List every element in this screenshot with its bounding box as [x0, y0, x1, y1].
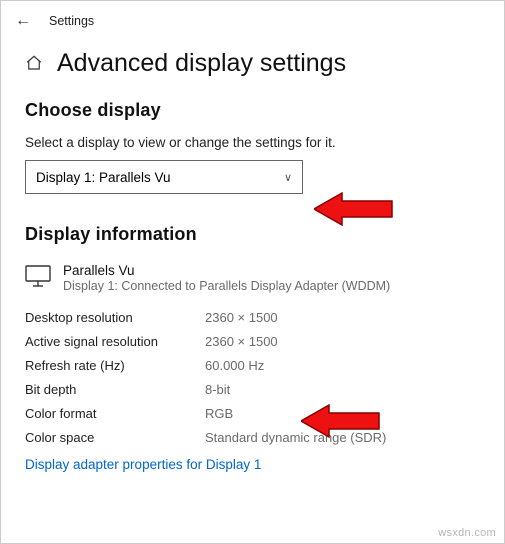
choose-display-heading: Choose display: [25, 100, 480, 121]
table-row: Refresh rate (Hz) 60.000 Hz: [25, 353, 480, 377]
spec-label: Active signal resolution: [25, 334, 205, 349]
back-arrow-icon[interactable]: ←: [15, 12, 31, 30]
spec-value: 8-bit: [205, 382, 230, 397]
table-row: Color space Standard dynamic range (SDR): [25, 425, 480, 449]
table-row: Color format RGB: [25, 401, 480, 425]
spec-value: 60.000 Hz: [205, 358, 264, 373]
table-row: Bit depth 8-bit: [25, 377, 480, 401]
spec-value: 2360 × 1500: [205, 310, 278, 325]
spec-label: Color format: [25, 406, 205, 421]
monitor-icon: [25, 265, 51, 287]
content-area: Advanced display settings Choose display…: [1, 49, 504, 474]
home-icon[interactable]: [25, 54, 43, 77]
watermark: wsxdn.com: [438, 527, 496, 539]
monitor-summary: Parallels Vu Display 1: Connected to Par…: [25, 263, 480, 293]
page-header: Advanced display settings: [25, 49, 480, 78]
spec-table: Desktop resolution 2360 × 1500 Active si…: [25, 305, 480, 449]
spec-value: 2360 × 1500: [205, 334, 278, 349]
spec-value: RGB: [205, 406, 233, 421]
display-information-heading: Display information: [25, 224, 480, 245]
app-title: Settings: [49, 14, 94, 28]
spec-label: Color space: [25, 430, 205, 445]
display-select-dropdown[interactable]: Display 1: Parallels Vu ∨: [25, 160, 303, 194]
monitor-connection: Display 1: Connected to Parallels Displa…: [63, 279, 390, 293]
spec-value: Standard dynamic range (SDR): [205, 430, 386, 445]
spec-label: Refresh rate (Hz): [25, 358, 205, 373]
page-title: Advanced display settings: [57, 49, 346, 78]
monitor-name: Parallels Vu: [63, 263, 390, 278]
display-adapter-link[interactable]: Display adapter properties for Display 1: [25, 457, 261, 472]
display-select-value: Display 1: Parallels Vu: [36, 170, 171, 185]
spec-label: Desktop resolution: [25, 310, 205, 325]
titlebar: ← Settings: [1, 1, 504, 37]
chevron-down-icon: ∨: [284, 171, 292, 184]
choose-display-description: Select a display to view or change the s…: [25, 135, 480, 150]
table-row: Active signal resolution 2360 × 1500: [25, 329, 480, 353]
spec-label: Bit depth: [25, 382, 205, 397]
table-row: Desktop resolution 2360 × 1500: [25, 305, 480, 329]
